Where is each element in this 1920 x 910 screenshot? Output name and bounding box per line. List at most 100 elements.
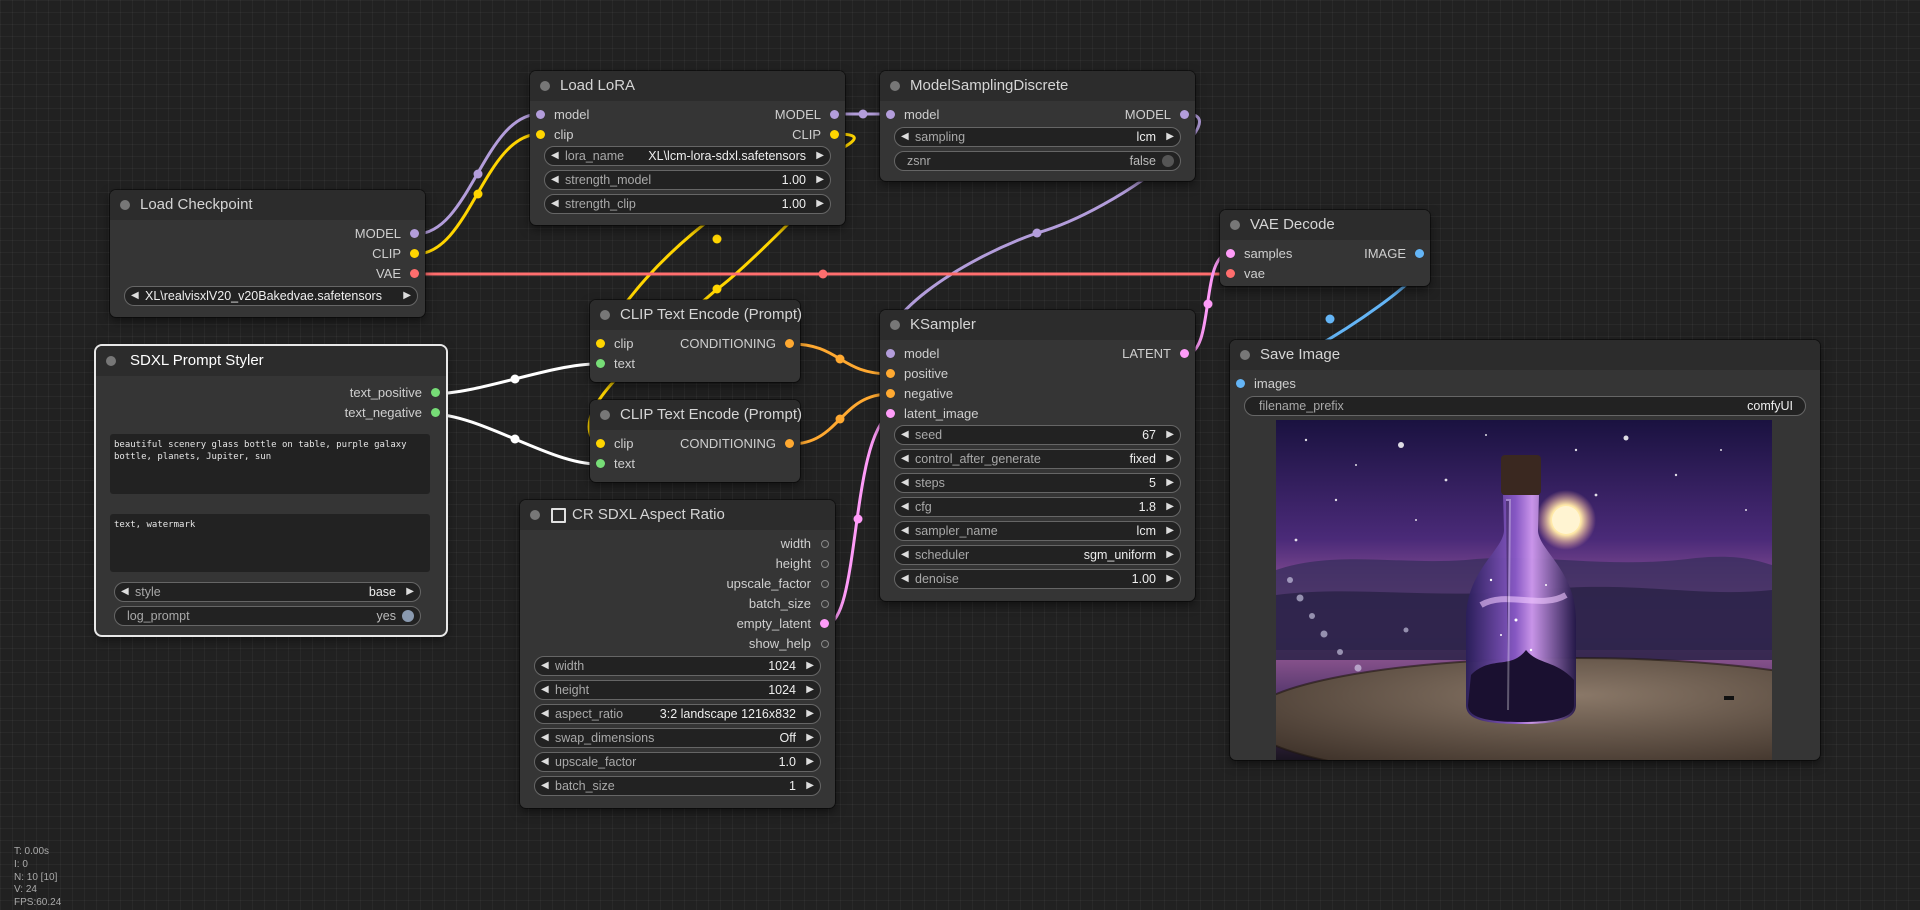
socket-icon[interactable] [536, 130, 545, 139]
input-text[interactable]: text [596, 355, 635, 373]
input-text[interactable]: text [596, 455, 635, 473]
strength-model-widget[interactable]: ◀ strength_model 1.00 ▶ [544, 170, 831, 190]
style-combo[interactable]: ◀ style base ▶ [114, 582, 421, 602]
output-clip[interactable]: CLIP [792, 126, 839, 144]
collapse-dot-icon[interactable] [120, 200, 130, 210]
decrement-arrow-icon[interactable]: ◀ [551, 195, 559, 213]
output-height[interactable]: height [776, 555, 829, 573]
vae-decode-node[interactable]: VAE Decode samples vae IMAGE [1220, 210, 1430, 286]
socket-icon[interactable] [820, 619, 829, 628]
input-images[interactable]: images [1236, 375, 1296, 393]
socket-icon[interactable] [785, 339, 794, 348]
socket-icon[interactable] [886, 110, 895, 119]
output-batch-size[interactable]: batch_size [749, 595, 829, 613]
clip-text-encode-node[interactable]: CLIP Text Encode (Prompt) clip text COND… [590, 400, 802, 482]
lora-name-combo[interactable]: ◀ lora_name XL\lcm-lora-sdxl.safetensors ▶ [544, 146, 831, 166]
increment-arrow-icon[interactable]: ▶ [806, 657, 814, 675]
cfg-widget[interactable]: ◀ cfg 1.8 ▶ [894, 497, 1181, 517]
increment-arrow-icon[interactable]: ▶ [1166, 546, 1174, 564]
socket-icon[interactable] [410, 229, 419, 238]
socket-icon[interactable] [596, 439, 605, 448]
output-clip[interactable]: CLIP [372, 245, 419, 263]
toggle-knob-icon[interactable] [1162, 155, 1174, 167]
socket-icon[interactable] [821, 600, 829, 608]
output-model[interactable]: MODEL [355, 225, 419, 243]
decrement-arrow-icon[interactable]: ◀ [551, 171, 559, 189]
swap-dimensions-combo[interactable]: ◀ swap_dimensions Off ▶ [534, 728, 821, 748]
socket-icon[interactable] [431, 408, 440, 417]
input-model[interactable]: model [886, 106, 939, 124]
socket-icon[interactable] [821, 640, 829, 648]
save-image-node[interactable]: Save Image images filename_prefix comfyUI [1230, 340, 1820, 760]
output-show-help[interactable]: show_help [749, 635, 829, 653]
node-title-bar[interactable]: ModelSamplingDiscrete [880, 71, 1195, 101]
increment-arrow-icon[interactable]: ▶ [806, 777, 814, 795]
increment-arrow-icon[interactable]: ▶ [816, 147, 824, 165]
collapse-dot-icon[interactable] [890, 81, 900, 91]
checkbox-icon[interactable] [551, 508, 566, 523]
load-lora-node[interactable]: Load LoRA model clip MODEL CLIP ◀ lora_na… [530, 71, 845, 225]
node-title-bar[interactable]: CLIP Text Encode (Prompt) [590, 300, 802, 330]
output-text-negative[interactable]: text_negative [345, 404, 440, 422]
batch-size-widget[interactable]: ◀ batch_size 1 ▶ [534, 776, 821, 796]
scheduler-combo[interactable]: ◀ scheduler sgm_uniform ▶ [894, 545, 1181, 565]
increment-arrow-icon[interactable]: ▶ [1166, 426, 1174, 444]
decrement-arrow-icon[interactable]: ◀ [541, 753, 549, 771]
increment-arrow-icon[interactable]: ▶ [1166, 498, 1174, 516]
socket-icon[interactable] [596, 359, 605, 368]
decrement-arrow-icon[interactable]: ◀ [901, 546, 909, 564]
socket-icon[interactable] [1180, 349, 1189, 358]
toggle-knob-icon[interactable] [402, 610, 414, 622]
decrement-arrow-icon[interactable]: ◀ [551, 147, 559, 165]
node-title-bar[interactable]: CR SDXL Aspect Ratio [520, 500, 835, 530]
decrement-arrow-icon[interactable]: ◀ [901, 522, 909, 540]
positive-prompt-textarea[interactable]: beautiful scenery glass bottle on table,… [110, 434, 430, 494]
socket-icon[interactable] [1236, 379, 1245, 388]
increment-arrow-icon[interactable]: ▶ [816, 171, 824, 189]
socket-icon[interactable] [886, 349, 895, 358]
increment-arrow-icon[interactable]: ▶ [806, 729, 814, 747]
collapse-dot-icon[interactable] [600, 410, 610, 420]
collapse-dot-icon[interactable] [1240, 350, 1250, 360]
socket-icon[interactable] [431, 388, 440, 397]
collapse-dot-icon[interactable] [600, 310, 610, 320]
clip-text-encode-node[interactable]: CLIP Text Encode (Prompt) clip text COND… [590, 300, 802, 382]
decrement-arrow-icon[interactable]: ◀ [541, 657, 549, 675]
output-empty-latent[interactable]: empty_latent [737, 615, 829, 633]
output-text-positive[interactable]: text_positive [350, 384, 440, 402]
node-title-bar[interactable]: CLIP Text Encode (Prompt) [590, 400, 802, 430]
output-vae[interactable]: VAE [376, 265, 419, 283]
output-upscale-factor[interactable]: upscale_factor [726, 575, 829, 593]
zsnr-toggle[interactable]: zsnr false [894, 151, 1181, 171]
negative-prompt-textarea[interactable]: text, watermark [110, 514, 430, 572]
input-clip[interactable]: clip [596, 435, 634, 453]
socket-icon[interactable] [886, 409, 895, 418]
ksampler-node[interactable]: KSampler model positive negative latent_… [880, 310, 1195, 601]
input-model[interactable]: model [886, 345, 939, 363]
increment-arrow-icon[interactable]: ▶ [1166, 450, 1174, 468]
socket-icon[interactable] [1226, 249, 1235, 258]
input-model[interactable]: model [536, 106, 589, 124]
width-widget[interactable]: ◀ width 1024 ▶ [534, 656, 821, 676]
socket-icon[interactable] [1226, 269, 1235, 278]
sampler-name-combo[interactable]: ◀ sampler_name lcm ▶ [894, 521, 1181, 541]
increment-arrow-icon[interactable]: ▶ [806, 753, 814, 771]
input-clip[interactable]: clip [536, 126, 574, 144]
decrement-arrow-icon[interactable]: ◀ [901, 570, 909, 588]
socket-icon[interactable] [821, 540, 829, 548]
decrement-arrow-icon[interactable]: ◀ [901, 128, 909, 146]
collapse-dot-icon[interactable] [530, 510, 540, 520]
socket-icon[interactable] [785, 439, 794, 448]
steps-widget[interactable]: ◀ steps 5 ▶ [894, 473, 1181, 493]
log-prompt-toggle[interactable]: log_prompt yes [114, 606, 421, 626]
output-width[interactable]: width [781, 535, 829, 553]
socket-icon[interactable] [886, 389, 895, 398]
output-image[interactable]: IMAGE [1364, 245, 1424, 263]
output-model[interactable]: MODEL [1125, 106, 1189, 124]
socket-icon[interactable] [536, 110, 545, 119]
socket-icon[interactable] [821, 580, 829, 588]
denoise-widget[interactable]: ◀ denoise 1.00 ▶ [894, 569, 1181, 589]
node-title-bar[interactable]: Load LoRA [530, 71, 845, 101]
increment-arrow-icon[interactable]: ▶ [403, 287, 411, 305]
collapse-dot-icon[interactable] [540, 81, 550, 91]
